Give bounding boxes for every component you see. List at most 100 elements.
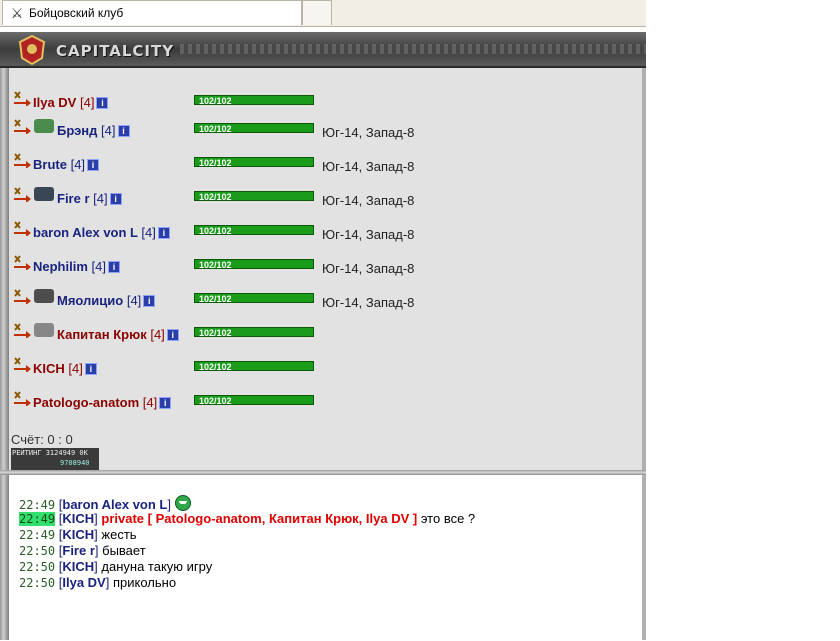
player-info-icon[interactable]: i [143,295,156,307]
player-location: Юг-14, Запад-8 [322,227,415,242]
player-nick[interactable]: Patologo-anatom [33,395,139,410]
player-name[interactable]: KICH [4] i [33,361,97,376]
player-name[interactable]: Fire r [4] i [57,191,122,206]
chat-nick[interactable]: baron Alex von L [62,497,167,512]
chat-text: дануна такую игру [101,559,213,574]
player-level: [4] [79,95,95,110]
chat-message: 22:49 [KICH] private [ Patologo-anatom, … [19,511,475,526]
new-tab-button[interactable] [302,0,332,25]
chat-text: прикольно [112,575,177,590]
player-nick[interactable]: baron Alex von L [33,225,138,240]
player-name[interactable]: Patologo-anatom [4] i [33,395,172,410]
player-nick[interactable]: Fire r [57,191,90,206]
player-nick[interactable]: Брэнд [57,123,97,138]
logo-text: CAPITALCITY [56,42,175,60]
browser-tab[interactable]: ⚔ Бойцовский клуб [2,0,302,25]
hp-bar: 102/102 [194,293,314,304]
player-nick[interactable]: Brute [33,157,67,172]
player-name[interactable]: Мяолицио [4] i [57,293,156,308]
player-info-icon[interactable]: i [87,159,100,171]
chat-nick[interactable]: Fire r [62,543,95,558]
attack-icon[interactable] [12,118,32,134]
attack-icon[interactable] [12,186,32,202]
player-level: [4] [101,123,116,138]
rating-line-2: 9708940 [60,459,90,467]
player-level: [4] [126,293,142,308]
chat-message: 22:49 [KICH] жесть [19,527,137,542]
player-level: [4] [91,259,106,274]
player-info-icon[interactable]: i [159,397,172,409]
player-info-icon[interactable]: i [108,261,120,273]
attack-icon[interactable] [12,220,32,236]
player-nick[interactable]: Ilya DV [33,95,76,110]
winged-clan-icon[interactable] [33,321,55,339]
hp-bar: 102/102 [194,157,314,168]
chat-time[interactable]: 22:50 [19,576,55,590]
frame-left [0,68,9,640]
chat-message: 22:50 [KICH] дануна такую игру [19,559,212,574]
player-nick[interactable]: Мяолицио [57,293,123,308]
chat-nick[interactable]: KICH [62,559,94,574]
player-info-icon[interactable]: i [109,193,122,205]
player-name[interactable]: Брэнд [4] i [57,123,130,138]
chat-nick[interactable]: Ilya DV [62,575,105,590]
chat-time[interactable]: 22:49 [19,528,55,542]
chat-message: 22:50 [Ilya DV] прикольно [19,575,176,590]
chat-time[interactable]: 22:49 [19,498,55,512]
chat-text: жесть [101,527,137,542]
player-level: [4] [142,395,158,410]
player-name[interactable]: baron Alex von L [4] i [33,225,170,240]
player-info-icon[interactable]: i [157,227,170,239]
player-info-icon[interactable]: i [84,363,97,375]
player-info-icon[interactable]: i [166,329,179,341]
player-nick[interactable]: Nephilim [33,259,88,274]
game-header: CAPITALCITY [0,32,646,68]
player-location: Юг-14, Запад-8 [322,295,415,310]
hp-bar: 102/102 [194,327,314,338]
green-dragon-icon[interactable] [33,117,55,135]
tab-title: Бойцовский клуб [29,6,124,20]
player-name[interactable]: Brute [4] i [33,157,100,172]
smiley-icon [174,495,191,511]
player-name[interactable]: Капитан Крюк [4] i [57,327,179,342]
attack-icon[interactable] [12,254,32,270]
chat-nick[interactable]: KICH [62,527,94,542]
player-info-icon[interactable]: i [117,125,130,137]
bracket: ] [167,497,175,512]
rating-line-1: РЕЙТИНГ 3124949 0K [12,449,88,457]
player-level: [4] [141,225,156,240]
pickaxe-clan-icon[interactable] [33,287,55,305]
browser-tab-strip: ⚔ Бойцовский клуб [0,0,646,27]
private-recipients[interactable]: private [ Patologo-anatom, Капитан Крюк,… [101,511,417,526]
player-nick[interactable]: Капитан Крюк [57,327,147,342]
chat-log: 22:49 [baron Alex von L] 22:49 [KICH] pr… [9,475,642,641]
chat-time[interactable]: 22:49 [19,512,56,526]
player-level: [4] [93,191,108,206]
header-decoration [180,44,646,54]
hp-bar: 102/102 [194,95,314,106]
chat-nick[interactable]: KICH [62,511,94,526]
player-info-icon[interactable]: i [96,97,109,109]
chat-message: 22:49 [baron Alex von L] [19,495,191,512]
dark-clan-icon[interactable] [33,185,55,203]
player-name[interactable]: Ilya DV [4] i [33,95,109,110]
chat-time[interactable]: 22:50 [19,560,55,574]
attack-icon[interactable] [12,322,32,338]
battle-score: Счёт: 0 : 0 [11,432,73,447]
chat-text: бывает [102,543,146,558]
player-nick[interactable]: KICH [33,361,65,376]
attack-icon[interactable] [12,90,32,106]
city-crest-icon [18,34,46,66]
player-name[interactable]: Nephilim [4] i [33,259,120,274]
attack-icon[interactable] [12,288,32,304]
chat-text: это все ? [420,511,476,526]
attack-icon[interactable] [12,356,32,372]
attack-icon[interactable] [12,390,32,406]
player-level: [4] [70,157,86,172]
attack-icon[interactable] [12,152,32,168]
rating-widget[interactable]: РЕЙТИНГ 3124949 0K 9708940 [11,448,99,470]
hp-bar: 102/102 [194,361,314,372]
hp-bar: 102/102 [194,259,314,270]
player-location: Юг-14, Запад-8 [322,193,415,208]
chat-time[interactable]: 22:50 [19,544,55,558]
